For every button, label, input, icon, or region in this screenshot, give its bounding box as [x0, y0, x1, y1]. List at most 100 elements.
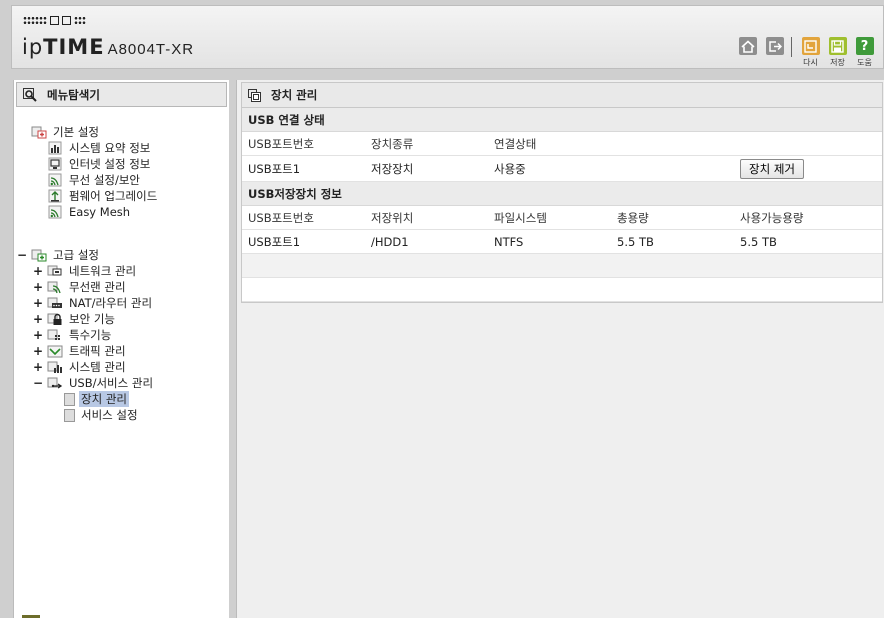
window-icon: [248, 88, 261, 102]
usb-status-header-row: USB포트번호 장치종류 연결상태: [242, 132, 882, 156]
expand-toggle[interactable]: +: [33, 280, 43, 294]
home-icon: [738, 37, 757, 55]
tree-item-label: 무선랜 관리: [69, 280, 126, 294]
page-icon: [63, 408, 75, 422]
tree-item-label: Easy Mesh: [69, 205, 131, 219]
special-icon: [47, 328, 63, 342]
help-label: 도움: [857, 58, 872, 67]
empty-row: [242, 254, 882, 278]
tree-item-service-settings[interactable]: 서비스 설정: [63, 407, 140, 423]
collapse-toggle[interactable]: −: [33, 376, 43, 390]
usb-storage-header-row: USB포트번호 저장위치 파일시스템 총용량 사용가능용량: [242, 206, 882, 230]
column-header: 장치종류: [371, 136, 414, 151]
folder-icon: [31, 125, 47, 139]
tree-item-label: 시스템 요약 정보: [69, 141, 151, 155]
upgrade-icon: [47, 189, 63, 203]
tree-advanced-settings[interactable]: − 고급 설정: [17, 247, 101, 263]
connection-status-cell: 사용중: [494, 161, 526, 176]
page-icon: [63, 392, 75, 406]
tree-item-label: 트래픽 관리: [69, 344, 126, 358]
content-panel: 장치 관리 USB 연결 상태 USB포트번호 장치종류 연결상태 USB포트1…: [236, 80, 884, 618]
router-icon: [47, 296, 63, 310]
collapse-toggle[interactable]: −: [17, 248, 27, 262]
save-label: 저장: [830, 58, 845, 67]
tree-item-label: 네트워크 관리: [69, 264, 137, 278]
tree-item-label: NAT/라우터 관리: [69, 296, 153, 310]
tree-advanced-settings-label: 고급 설정: [53, 248, 99, 262]
tree-item-label: 특수기능: [69, 328, 112, 342]
filesystem-cell: NTFS: [494, 234, 524, 249]
tree-item-nat-router[interactable]: + NAT/라우터 관리: [33, 295, 154, 311]
column-header: USB포트번호: [248, 136, 314, 151]
usb-storage-section-title: USB저장장치 정보: [242, 182, 882, 206]
traffic-icon: [47, 344, 63, 358]
tree-item-label: USB/서비스 관리: [69, 376, 154, 390]
tree-item-system-summary[interactable]: 시스템 요약 정보: [47, 140, 152, 156]
storage-location-cell: /HDD1: [371, 234, 409, 249]
expand-toggle[interactable]: +: [33, 296, 43, 310]
logout-icon: [765, 37, 784, 55]
expand-toggle[interactable]: +: [33, 344, 43, 358]
toolbar-divider: [791, 37, 792, 57]
tree-item-wlan[interactable]: + 무선랜 관리: [33, 279, 128, 295]
wireless-icon: [47, 205, 63, 219]
wireless-icon: [47, 280, 63, 294]
tree-item-label: 인터넷 설정 정보: [69, 157, 151, 171]
tree-item-network[interactable]: + 네트워크 관리: [33, 263, 138, 279]
wireless-icon: [47, 173, 63, 187]
network-icon: [47, 264, 63, 278]
expand-toggle[interactable]: +: [33, 312, 43, 326]
tree-item-internet-info[interactable]: 인터넷 설정 정보: [47, 156, 152, 172]
tree-basic-settings-label: 기본 설정: [53, 125, 99, 139]
tree-item-wireless-security[interactable]: 무선 설정/보안: [47, 172, 142, 188]
redo-button[interactable]: 다시: [797, 37, 824, 68]
usb-status-section-title: USB 연결 상태: [242, 108, 882, 132]
menu-explorer-header: 메뉴탐색기: [16, 82, 227, 107]
tree-item-label: 보안 기능: [69, 312, 115, 326]
usb-port-cell: USB포트1: [248, 234, 301, 249]
home-button[interactable]: [734, 37, 761, 55]
expand-toggle[interactable]: +: [33, 360, 43, 374]
tree-item-easy-mesh[interactable]: Easy Mesh: [47, 204, 132, 220]
tree-item-label: 장치 관리: [79, 391, 129, 407]
column-header: 총용량: [617, 210, 649, 225]
remove-device-button[interactable]: 장치 제거: [740, 158, 804, 179]
tree-item-firmware-upgrade[interactable]: 펌웨어 업그레이드: [47, 188, 159, 204]
available-capacity-cell: 5.5 TB: [740, 234, 777, 249]
bar-chart-icon: [47, 360, 63, 374]
expand-toggle[interactable]: +: [33, 328, 43, 342]
page-header: 장치 관리: [242, 83, 882, 108]
tree-item-special[interactable]: + 특수기능: [33, 327, 113, 343]
help-icon: ?: [855, 37, 874, 55]
column-header: 연결상태: [494, 136, 537, 151]
usb-port-cell: USB포트1: [248, 161, 301, 176]
empty-row: [242, 278, 882, 302]
expand-toggle[interactable]: +: [33, 264, 43, 278]
column-header: 사용가능용량: [740, 210, 804, 225]
column-header: 저장위치: [371, 210, 414, 225]
app-header: ip TIME A8004T-XR 다시 저장 ? 도움: [11, 5, 884, 69]
tree-item-traffic[interactable]: + 트래픽 관리: [33, 343, 128, 359]
tree-item-system[interactable]: + 시스템 관리: [33, 359, 128, 375]
tree-item-device-management[interactable]: 장치 관리: [63, 391, 129, 407]
save-icon: [828, 37, 847, 55]
redo-label: 다시: [803, 58, 818, 67]
tree-item-label: 서비스 설정: [81, 408, 138, 422]
header-toolbar: 다시 저장 ? 도움: [734, 37, 878, 68]
logo-mark: [23, 16, 86, 25]
tree-item-label: 무선 설정/보안: [69, 173, 141, 187]
logout-button[interactable]: [761, 37, 788, 55]
usb-icon: [47, 376, 63, 390]
column-header: 파일시스템: [494, 210, 547, 225]
tree-item-label: 펌웨어 업그레이드: [69, 189, 158, 203]
tree-item-security[interactable]: + 보안 기능: [33, 311, 117, 327]
device-management-content: 장치 관리 USB 연결 상태 USB포트번호 장치종류 연결상태 USB포트1…: [241, 82, 883, 303]
tree-basic-settings[interactable]: 기본 설정: [31, 124, 101, 140]
tree-item-label: 시스템 관리: [69, 360, 126, 374]
save-button[interactable]: 저장: [824, 37, 851, 68]
table-row: USB포트1 /HDD1 NTFS 5.5 TB 5.5 TB: [242, 230, 882, 254]
tree-item-usb-service[interactable]: − USB/서비스 관리: [33, 375, 155, 391]
monitor-icon: [47, 157, 63, 171]
help-button[interactable]: ? 도움: [851, 37, 878, 68]
menu-explorer-title: 메뉴탐색기: [47, 87, 100, 102]
